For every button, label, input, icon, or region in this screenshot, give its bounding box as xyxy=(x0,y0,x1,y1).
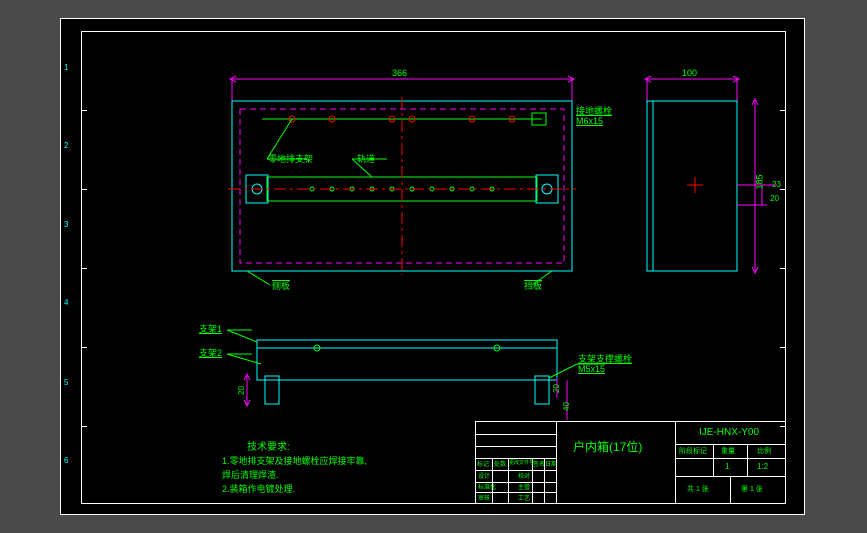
dim-20c: 20 xyxy=(552,384,561,393)
hdr-mark: 标记 xyxy=(477,459,489,468)
tb-info: IJE-HNX-Y00 阶段标记 重量 比例 1 1:2 共 1 张 第 1 张 xyxy=(675,422,785,504)
label-baffle: 挡板 xyxy=(524,279,542,292)
zone-6: 6 xyxy=(64,456,68,465)
label-bracket1: 支架1 xyxy=(199,322,222,335)
dim-20: 20 xyxy=(770,194,779,203)
zone-1: 1 xyxy=(64,63,68,72)
notes-title: 技术要求: xyxy=(247,438,290,453)
zone-2: 2 xyxy=(64,141,68,150)
front-view xyxy=(212,67,592,287)
hdr-chg: 更改文件号 xyxy=(509,459,534,466)
bottom-view xyxy=(197,320,607,430)
dim-100: 100 xyxy=(682,68,697,78)
label-m5x15: M5x15 xyxy=(578,364,605,374)
label-ground-bracket: 零地排支架 xyxy=(268,152,313,165)
weight-val: 1 xyxy=(725,462,729,471)
zone-5: 5 xyxy=(64,378,68,387)
scale-val: 1:2 xyxy=(757,462,768,471)
note-1b: 焊后清理焊渣. xyxy=(222,468,279,481)
dim-40: 40 xyxy=(562,402,571,411)
zone-3: 3 xyxy=(64,220,68,229)
note-2: 2.装箱作电镀处理. xyxy=(222,482,295,495)
hdr-zone: 处数 xyxy=(494,459,506,468)
dim-185: 185 xyxy=(755,174,765,189)
label-rail: 轨道 xyxy=(357,152,375,165)
inner-frame: 366 接地螺栓 M6x15 零地排支架 轨道 侧板 挡板 100 185 23… xyxy=(81,31,786,504)
label-side-plate: 侧板 xyxy=(272,279,290,292)
lbl-standard: 标准化 xyxy=(478,482,496,491)
hdr-sig: 签名 xyxy=(533,459,545,468)
tb-revisions: 标记 处数 更改文件号 签名 日期 设计 标准化 审核 校对 主管 工艺 xyxy=(476,422,556,504)
note-1: 1.零地排支架及接地螺栓应焊接牢靠, xyxy=(222,454,367,467)
title-block: 标记 处数 更改文件号 签名 日期 设计 标准化 审核 校对 主管 工艺 户内箱… xyxy=(475,421,785,503)
lbl-weight: 重量 xyxy=(721,446,735,456)
lbl-check: 校对 xyxy=(518,471,530,480)
lbl-approve: 审核 xyxy=(478,493,490,502)
lbl-stage: 阶段标记 xyxy=(679,446,707,456)
dim-20b: 20 xyxy=(237,386,246,395)
label-m6x15: M6x15 xyxy=(576,116,603,126)
dim-23: 23 xyxy=(772,180,781,189)
lbl-scale: 比例 xyxy=(757,446,771,456)
drawing-code: IJE-HNX-Y00 xyxy=(699,427,759,438)
label-bracket2: 支架2 xyxy=(199,346,222,359)
drawing-sheet: 366 接地螺栓 M6x15 零地排支架 轨道 侧板 挡板 100 185 23… xyxy=(60,18,805,515)
sheet-total: 共 1 张 xyxy=(687,484,709,494)
lbl-design: 设计 xyxy=(478,471,490,480)
zone-4: 4 xyxy=(64,298,68,307)
dim-366: 366 xyxy=(392,68,407,78)
sheet-page: 第 1 张 xyxy=(741,484,763,494)
tb-product: 户内箱(17位) xyxy=(556,422,676,504)
lbl-tech: 工艺 xyxy=(518,493,530,502)
product-name: 户内箱(17位) xyxy=(573,438,642,455)
lbl-chief: 主管 xyxy=(518,482,530,491)
